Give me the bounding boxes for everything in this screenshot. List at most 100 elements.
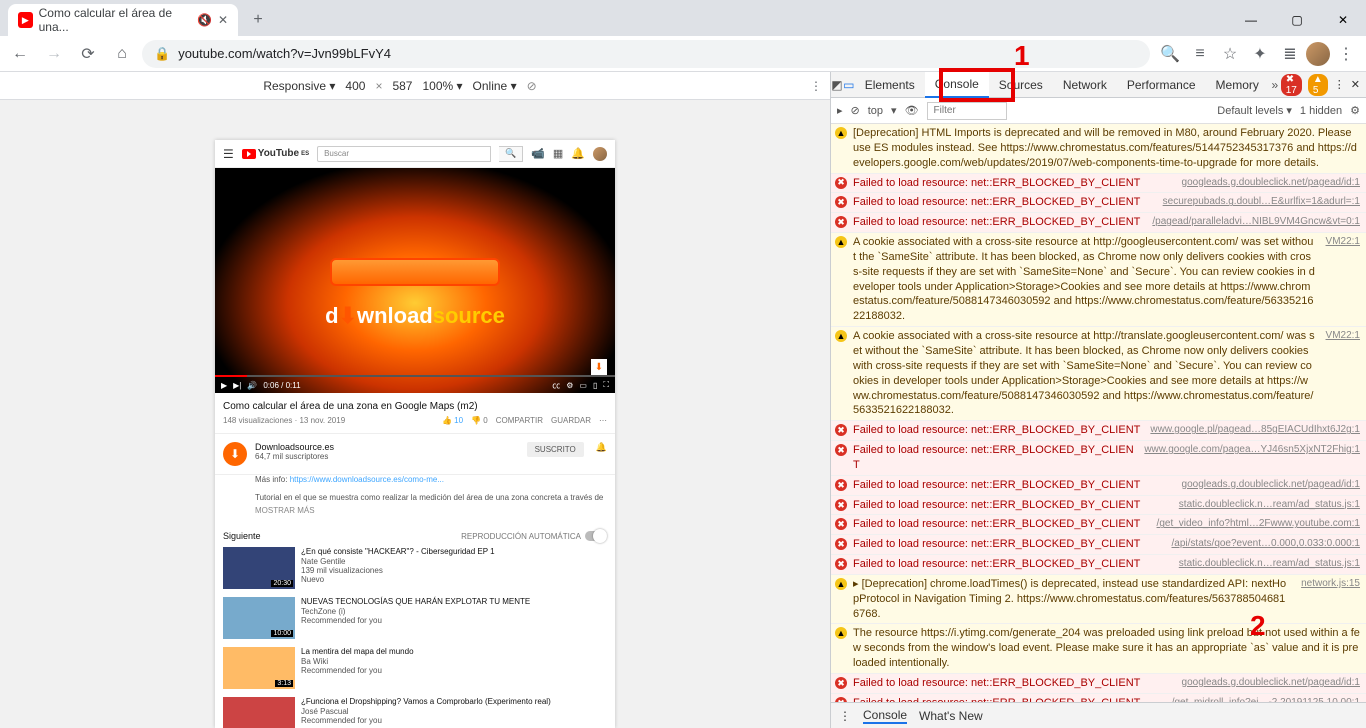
device-more-icon[interactable]: ⋮ (810, 79, 830, 93)
recommendation-item[interactable]: 27:11¿Funciona el Dropshipping? Vamos a … (223, 697, 607, 728)
home-button[interactable]: ⌂ (108, 40, 136, 68)
recommendation-item[interactable]: 20:30¿En qué consiste "HACKEAR"? - Ciber… (223, 547, 607, 589)
devtools-tab-console[interactable]: Console (925, 72, 989, 98)
context-selector[interactable]: top (868, 105, 883, 117)
drawer-menu-icon[interactable]: ⋮ (839, 709, 851, 723)
share-button[interactable]: COMPARTIR (496, 416, 543, 425)
log-source-link[interactable]: network.js:15 (1301, 577, 1360, 622)
viewport-width[interactable]: 400 (345, 79, 365, 93)
devtools-tab-network[interactable]: Network (1053, 72, 1117, 98)
inspect-icon[interactable]: ◩ (831, 78, 843, 92)
log-source-link[interactable]: /api/stats/qoe?event…0.000,0.033:0.000:1 (1172, 537, 1360, 552)
devtools-tab-performance[interactable]: Performance (1117, 72, 1206, 98)
annotation-number-2: 2 (1250, 610, 1266, 642)
log-source-link[interactable]: www.google.pl/pagead…85gEIACUdIhxt6J2g:1 (1150, 423, 1360, 438)
log-source-link[interactable]: VM22:1 (1326, 235, 1360, 324)
log-source-link[interactable]: VM22:1 (1326, 329, 1360, 418)
settings-icon[interactable]: ⚙ (566, 381, 573, 390)
back-button[interactable]: ← (6, 40, 34, 68)
tab-close-icon[interactable]: ✕ (218, 13, 228, 27)
more-tabs-icon[interactable]: » (1269, 78, 1281, 92)
drawer-whatsnew-tab[interactable]: What's New (919, 709, 983, 723)
no-throttle-icon[interactable]: ⊘ (527, 79, 537, 93)
zoom-selector[interactable]: 100% ▾ (422, 79, 462, 93)
browser-tab[interactable]: ▶ Como calcular el área de una... 🔇 ✕ (8, 4, 238, 36)
autoplay-toggle[interactable] (585, 531, 607, 541)
console-body[interactable]: ▲[Deprecation] HTML Imports is deprecate… (831, 124, 1366, 702)
console-sidebar-icon[interactable]: ▸ (837, 104, 843, 117)
user-avatar[interactable] (593, 147, 607, 161)
log-source-link[interactable]: googleads.g.doubleclick.net/pagead/id:1 (1182, 676, 1360, 691)
log-source-link[interactable]: /pagead/paralleladvi…NIBL9VM4Gncw&vt=0:1 (1152, 215, 1360, 230)
error-count[interactable]: ✖ 17 (1281, 74, 1302, 96)
reading-list-icon[interactable]: ≣ (1276, 40, 1304, 68)
maximize-button[interactable]: ▢ (1274, 4, 1320, 36)
youtube-logo[interactable]: YouTubeES (242, 148, 309, 159)
dislike-button[interactable]: 👎 0 (471, 416, 488, 425)
fullscreen-icon[interactable]: ⛶ (603, 380, 609, 390)
play-icon[interactable]: ▶ (221, 381, 227, 390)
devtools-settings-icon[interactable]: ⋮ (1334, 78, 1345, 91)
minimize-button[interactable]: — (1228, 4, 1274, 36)
log-source-link[interactable]: /get_midroll_info?ei…-2.20191125.10.00:1 (1172, 696, 1360, 702)
url-input[interactable]: 🔒 youtube.com/watch?v=Jvn99bLFvY4 (142, 40, 1150, 68)
console-settings-icon[interactable]: ⚙ (1350, 104, 1360, 117)
next-icon[interactable]: ▶| (233, 381, 241, 390)
devtools-close-icon[interactable]: ✕ (1351, 78, 1360, 91)
reload-button[interactable]: ⟳ (74, 40, 102, 68)
log-source-link[interactable]: /get_video_info?html…2Fwww.youtube.com:1 (1157, 517, 1360, 532)
more-actions-icon[interactable]: ⋯ (599, 416, 607, 425)
recommendation-item[interactable]: 3:13La mentira del mapa del mundoBa Wiki… (223, 647, 607, 689)
search-button[interactable]: 🔍 (499, 146, 523, 162)
subscribe-button[interactable]: SUSCRITO (527, 442, 584, 457)
channel-name[interactable]: Downloadsource.es (255, 442, 519, 452)
apps-icon[interactable]: ▦ (553, 147, 563, 160)
bell-icon[interactable]: 🔔 (571, 147, 585, 160)
create-icon[interactable]: 📹 (531, 147, 545, 160)
new-tab-button[interactable]: + (244, 6, 272, 34)
mute-icon[interactable]: 🔇 (197, 13, 212, 27)
menu-icon[interactable]: ≡ (1186, 40, 1214, 68)
like-button[interactable]: 👍 10 (442, 416, 463, 425)
kebab-menu-icon[interactable]: ⋮ (1332, 40, 1360, 68)
show-more[interactable]: MOSTRAR MÁS (255, 506, 607, 515)
log-source-link[interactable]: googleads.g.doubleclick.net/pagead/id:1 (1182, 176, 1360, 191)
tab-title: Como calcular el área de una... (39, 6, 191, 34)
volume-icon[interactable]: 🔊 (247, 381, 257, 390)
close-window-button[interactable]: ✕ (1320, 4, 1366, 36)
devtools-tab-memory[interactable]: Memory (1206, 72, 1269, 98)
log-source-link[interactable]: static.doubleclick.n…ream/ad_status.js:1 (1179, 557, 1360, 572)
miniplayer-icon[interactable]: ▭ (579, 381, 587, 390)
device-mode-icon[interactable]: ▭ (843, 78, 855, 92)
youtube-search-input[interactable]: Buscar (317, 146, 491, 162)
log-source-link[interactable]: securepubads.g.doubl…E&urlfix=1&adurl=:1 (1163, 195, 1360, 210)
devtools-tab-sources[interactable]: Sources (989, 72, 1053, 98)
zoom-icon[interactable]: 🔍 (1156, 40, 1184, 68)
cc-icon[interactable]: ㏄ (552, 380, 560, 391)
video-player[interactable]: d⬇wnloadsource ⬇ ▶ ▶| 🔊 0:06 / 0:11 ㏄ ⚙ … (215, 168, 615, 393)
levels-selector[interactable]: Default levels ▾ (1217, 104, 1292, 117)
log-source-link[interactable]: googleads.g.doubleclick.net/pagead/id:1 (1182, 478, 1360, 493)
recommendation-item[interactable]: 10:00NUEVAS TECNOLOGÍAS QUE HARÁN EXPLOT… (223, 597, 607, 639)
log-source-link[interactable]: static.doubleclick.n…ream/ad_status.js:1 (1179, 498, 1360, 513)
filter-input[interactable] (927, 102, 1007, 120)
notification-bell-icon[interactable]: 🔔 (596, 442, 607, 453)
bookmark-star-icon[interactable]: ☆ (1216, 40, 1244, 68)
hamburger-icon[interactable]: ☰ (223, 147, 234, 161)
profile-avatar[interactable] (1306, 42, 1330, 66)
drawer-console-tab[interactable]: Console (863, 708, 907, 724)
theater-icon[interactable]: ▯ (593, 381, 597, 390)
hidden-count[interactable]: 1 hidden (1300, 105, 1342, 117)
extensions-icon[interactable]: ✦ (1246, 40, 1274, 68)
save-button[interactable]: GUARDAR (551, 416, 591, 425)
viewport-height[interactable]: 587 (392, 79, 412, 93)
eye-icon[interactable]: 👁 (905, 104, 919, 117)
responsive-selector[interactable]: Responsive ▾ (263, 79, 335, 93)
warning-count[interactable]: ▲ 5 (1308, 74, 1328, 96)
devtools-tab-elements[interactable]: Elements (855, 72, 925, 98)
network-selector[interactable]: Online ▾ (473, 79, 517, 93)
log-source-link[interactable]: www.google.com/pagea…YJ46sn5XjxNT2Fhig:1 (1144, 443, 1360, 473)
rec-channel: José Pascual (301, 707, 551, 716)
clear-console-icon[interactable]: ⊘ (851, 104, 860, 117)
channel-avatar[interactable]: ⬇ (223, 442, 247, 466)
